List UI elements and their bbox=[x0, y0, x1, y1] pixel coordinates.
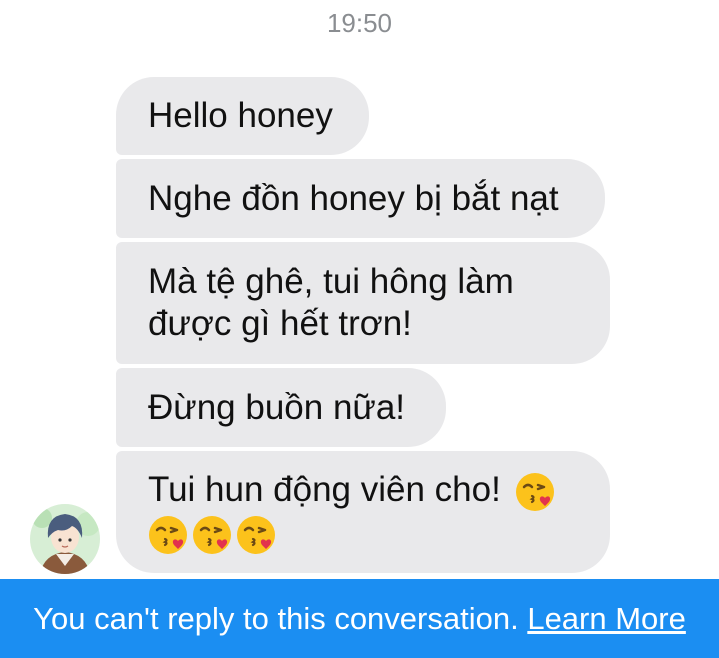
message-text: Hello honey bbox=[148, 96, 333, 135]
message-bubble[interactable]: Tui hun động viên cho! bbox=[116, 451, 610, 573]
message-bubble[interactable]: Nghe đồn honey bị bắt nạt bbox=[116, 159, 605, 238]
message-text-line: Mà tệ ghê, tui hông làm bbox=[148, 262, 514, 301]
message-bubble[interactable]: Đừng buồn nữa! bbox=[116, 368, 446, 447]
message-text-line: Tui hun động viên cho! bbox=[148, 469, 578, 512]
kissing-heart-emoji-icon bbox=[148, 515, 188, 555]
reply-disabled-notice: You can't reply to this conversation. bbox=[33, 601, 519, 636]
message-bubble[interactable]: Mà tệ ghê, tui hông làm được gì hết trơn… bbox=[116, 242, 610, 364]
kissing-heart-emoji-icon bbox=[192, 515, 232, 555]
message-bubble[interactable]: Hello honey bbox=[116, 77, 369, 155]
timestamp: 19:50 bbox=[326, 8, 393, 38]
reply-disabled-banner: You can't reply to this conversation. Le… bbox=[0, 579, 719, 658]
message-text: Nghe đồn honey bị bắt nạt bbox=[148, 178, 559, 218]
message-emoji-line bbox=[148, 512, 578, 555]
message-text: Tui hun động viên cho! bbox=[148, 470, 501, 510]
kissing-heart-emoji-icon bbox=[236, 515, 276, 555]
message-text: Đừng buồn nữa! bbox=[148, 387, 406, 427]
kissing-heart-emoji-icon bbox=[515, 472, 555, 512]
sender-avatar[interactable] bbox=[30, 504, 100, 574]
message-text-line: được gì hết trơn! bbox=[148, 304, 412, 343]
learn-more-link[interactable]: Learn More bbox=[527, 601, 686, 636]
